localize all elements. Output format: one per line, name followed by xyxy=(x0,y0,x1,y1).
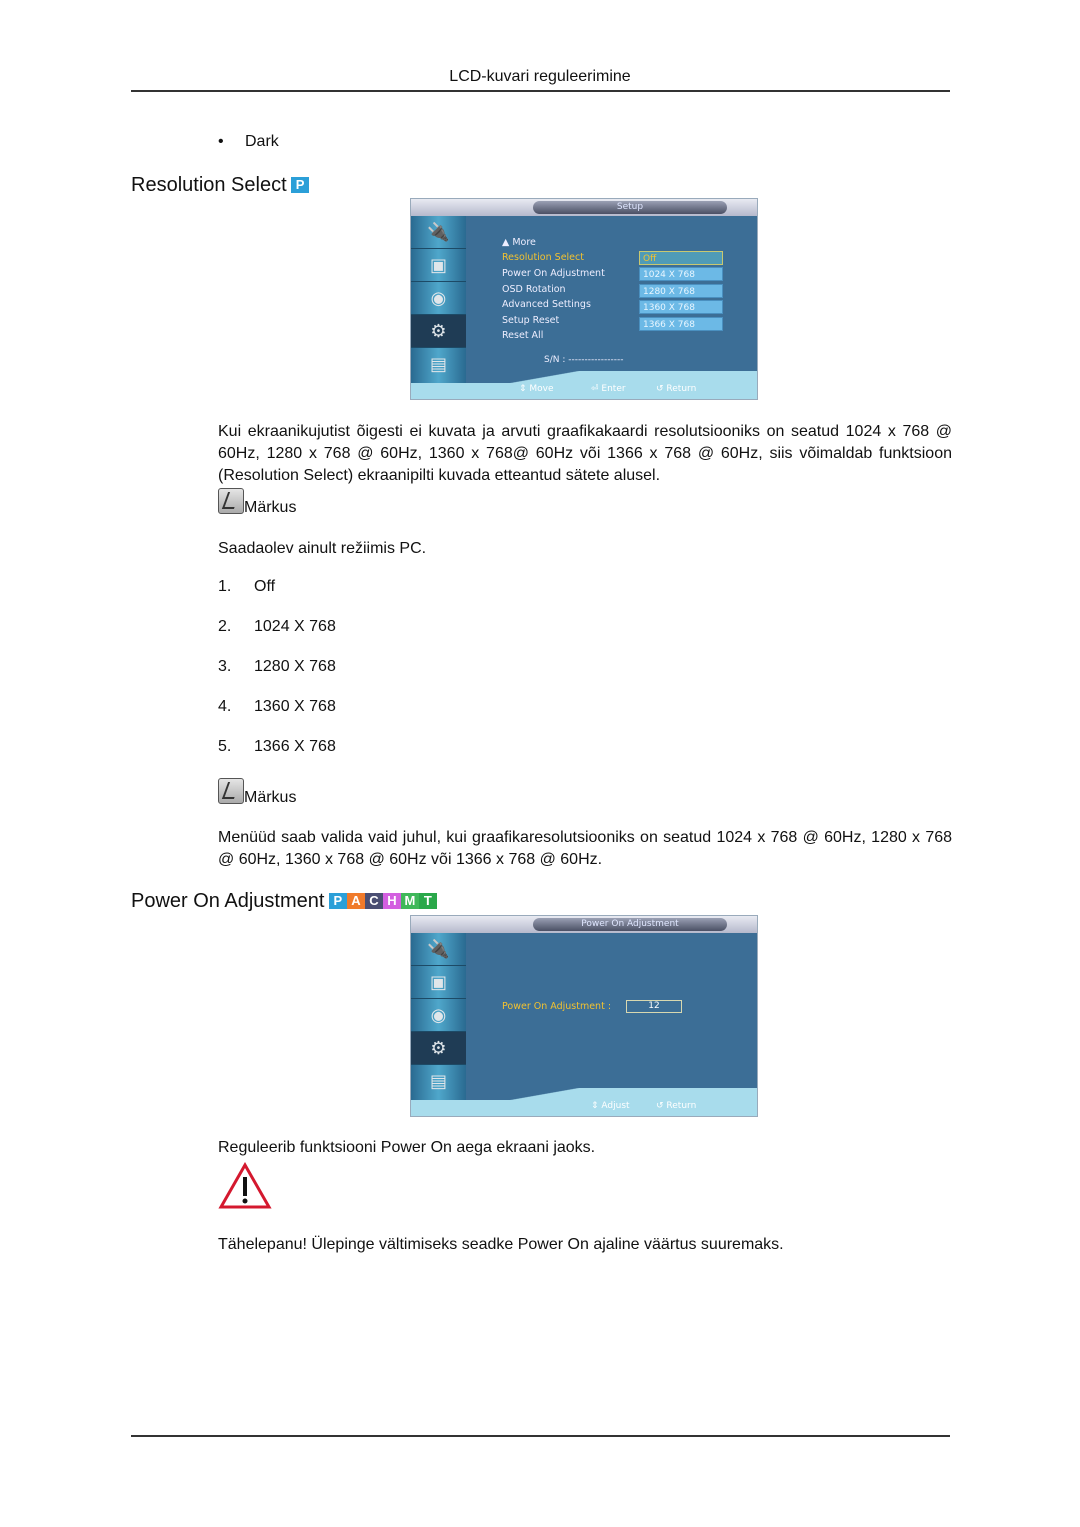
osd-menu-advanced-settings[interactable]: Advanced Settings xyxy=(502,299,591,310)
osd-hint-move: ⇕ Move xyxy=(519,384,554,394)
note-2-text: Menüüd saab valida vaid juhul, kui graaf… xyxy=(218,829,953,868)
setup-gear-icon[interactable]: ⚙ xyxy=(411,1032,466,1065)
bullet-text: Dark xyxy=(245,133,279,150)
return-icon: ↺ xyxy=(656,1101,667,1111)
warning-icon xyxy=(218,1161,272,1215)
list-item: 5. 1366 X 768 xyxy=(218,738,336,755)
resolution-options-list: 1. Off 2. 1024 X 768 3. 1280 X 768 4. 1360 X… xyxy=(218,578,336,778)
dropdown-option-1360[interactable]: 1360 X 768 xyxy=(639,300,723,314)
power-on-value-stepper[interactable]: 12 xyxy=(626,1000,682,1013)
resolution-select-heading: Resolution Select P xyxy=(131,174,310,197)
osd-hint-return: ↺ Return xyxy=(656,384,697,394)
input-icon[interactable]: 🔌 xyxy=(411,216,466,249)
list-item: 1. Off xyxy=(218,578,276,595)
sound-icon[interactable]: ◉ xyxy=(411,282,466,315)
power-on-description: Reguleerib funktsiooni Power On aega ekr… xyxy=(218,1139,596,1156)
list-item: 3. 1280 X 768 xyxy=(218,658,336,675)
sound-icon[interactable]: ◉ xyxy=(411,999,466,1032)
osd-hint-adjust: ⇕ Adjust xyxy=(591,1101,630,1111)
enter-icon: ⏎ xyxy=(591,384,602,394)
osd-menu-osd-rotation[interactable]: OSD Rotation xyxy=(502,284,566,295)
note-label: Märkus xyxy=(244,499,297,516)
osd-hint-return: ↺ Return xyxy=(656,1101,697,1111)
page-header-title: LCD-kuvari reguleerimine xyxy=(449,68,631,85)
dropdown-option-1280[interactable]: 1280 X 768 xyxy=(639,284,723,298)
note-pencil-icon xyxy=(218,488,244,514)
resolution-description: Kui ekraanikujutist õigesti ei kuvata ja… xyxy=(218,423,952,484)
badge-c-icon: C xyxy=(364,893,383,909)
osd-more[interactable]: ▲ More xyxy=(502,237,536,248)
badge-p-icon: P xyxy=(328,893,347,909)
note-1-text: Saadaolev ainult režiimis PC. xyxy=(218,540,427,557)
return-icon: ↺ xyxy=(656,384,667,394)
osd-menu-setup-reset[interactable]: Setup Reset xyxy=(502,315,559,326)
badge-t-icon: T xyxy=(418,893,437,909)
power-on-field-label: Power On Adjustment : xyxy=(502,1001,612,1012)
warning-text: Tähelepanu! Ülepinge vältimiseks seadke … xyxy=(218,1236,784,1253)
osd-sidebar: 🔌 ▣ ◉ ⚙ ▤ xyxy=(411,216,466,383)
picture-icon[interactable]: ▣ xyxy=(411,966,466,999)
section-title: Power On Adjustment xyxy=(131,890,325,912)
badge-h-icon: H xyxy=(382,893,401,909)
dropdown-option-1366[interactable]: 1366 X 768 xyxy=(639,317,723,331)
osd-serial-number: S/N : ----------------- xyxy=(544,355,624,365)
badge-p-icon: P xyxy=(291,177,310,193)
footer-divider xyxy=(131,1435,950,1437)
resolution-dropdown[interactable]: Off 1024 X 768 1280 X 768 1360 X 768 136… xyxy=(639,251,725,331)
osd-footer-edge xyxy=(411,371,757,383)
picture-icon[interactable]: ▣ xyxy=(411,249,466,282)
input-icon[interactable]: 🔌 xyxy=(411,933,466,966)
list-item: 2. 1024 X 768 xyxy=(218,618,336,635)
note-label: Märkus xyxy=(244,789,297,806)
section-title: Resolution Select xyxy=(131,174,287,196)
osd-menu-power-on-adjustment[interactable]: Power On Adjustment xyxy=(502,268,605,279)
osd-setup-screen: Setup 🔌 ▣ ◉ ⚙ ▤ ▲ More Resolution Select… xyxy=(410,198,758,400)
mode-badges: PACHMT xyxy=(328,893,437,909)
power-on-adjustment-heading: Power On Adjustment PACHMT xyxy=(131,890,437,913)
note-pencil-icon xyxy=(218,778,244,804)
osd-footer xyxy=(411,1100,757,1116)
bullet-dot: • xyxy=(218,133,224,150)
osd-title: Setup xyxy=(533,201,727,214)
updown-icon: ⇕ xyxy=(519,384,530,394)
setup-gear-icon[interactable]: ⚙ xyxy=(411,315,466,348)
dropdown-option-1024[interactable]: 1024 X 768 xyxy=(639,267,723,281)
osd-sidebar: 🔌 ▣ ◉ ⚙ ▤ xyxy=(411,933,466,1100)
note-1: Märkus xyxy=(218,488,296,517)
osd-menu-resolution-select[interactable]: Resolution Select xyxy=(502,252,584,263)
header-divider xyxy=(131,90,950,92)
osd-menu-reset-all[interactable]: Reset All xyxy=(502,330,543,341)
badge-a-icon: A xyxy=(346,893,365,909)
osd-power-on-screen: Power On Adjustment 🔌 ▣ ◉ ⚙ ▤ Power On A… xyxy=(410,915,758,1117)
list-item: 4. 1360 X 768 xyxy=(218,698,336,715)
osd-footer xyxy=(411,383,757,399)
bullet-item: • Dark xyxy=(218,133,279,151)
updown-icon: ⇕ xyxy=(591,1101,602,1111)
note-2: Märkus xyxy=(218,778,296,807)
mode-badges: P xyxy=(291,177,310,193)
dropdown-option-off[interactable]: Off xyxy=(639,251,723,265)
osd-footer-edge xyxy=(411,1088,757,1100)
badge-m-icon: M xyxy=(400,893,419,909)
osd-title: Power On Adjustment xyxy=(533,918,727,931)
osd-hint-enter: ⏎ Enter xyxy=(591,384,626,394)
